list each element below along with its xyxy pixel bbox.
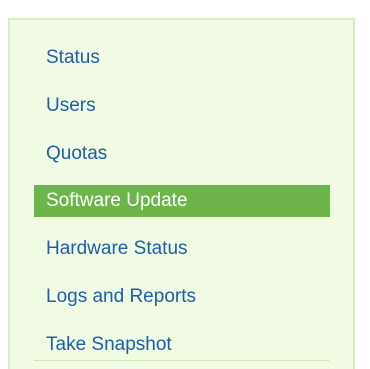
nav-item-label: Hardware Status	[46, 238, 188, 259]
nav-item-logs-and-reports[interactable]: Logs and Reports	[34, 281, 330, 313]
nav-item-label: Status	[46, 47, 100, 68]
nav-item-hardware-status[interactable]: Hardware Status	[34, 233, 330, 265]
nav-item-software-update[interactable]: Software Update	[34, 185, 330, 217]
nav-item-label: Quotas	[46, 143, 108, 164]
nav-item-users[interactable]: Users	[34, 90, 330, 122]
nav-item-label: Software Update	[46, 190, 188, 211]
nav-item-status[interactable]: Status	[34, 42, 330, 74]
nav-item-take-snapshot[interactable]: Take Snapshot	[34, 329, 330, 361]
nav-item-label: Take Snapshot	[46, 334, 172, 355]
nav-item-label: Users	[46, 95, 96, 116]
nav-item-quotas[interactable]: Quotas	[34, 138, 330, 170]
divider	[34, 360, 330, 361]
nav-item-label: Logs and Reports	[46, 286, 196, 307]
nav-panel: Status Users Quotas Software Update Hard…	[8, 18, 355, 369]
